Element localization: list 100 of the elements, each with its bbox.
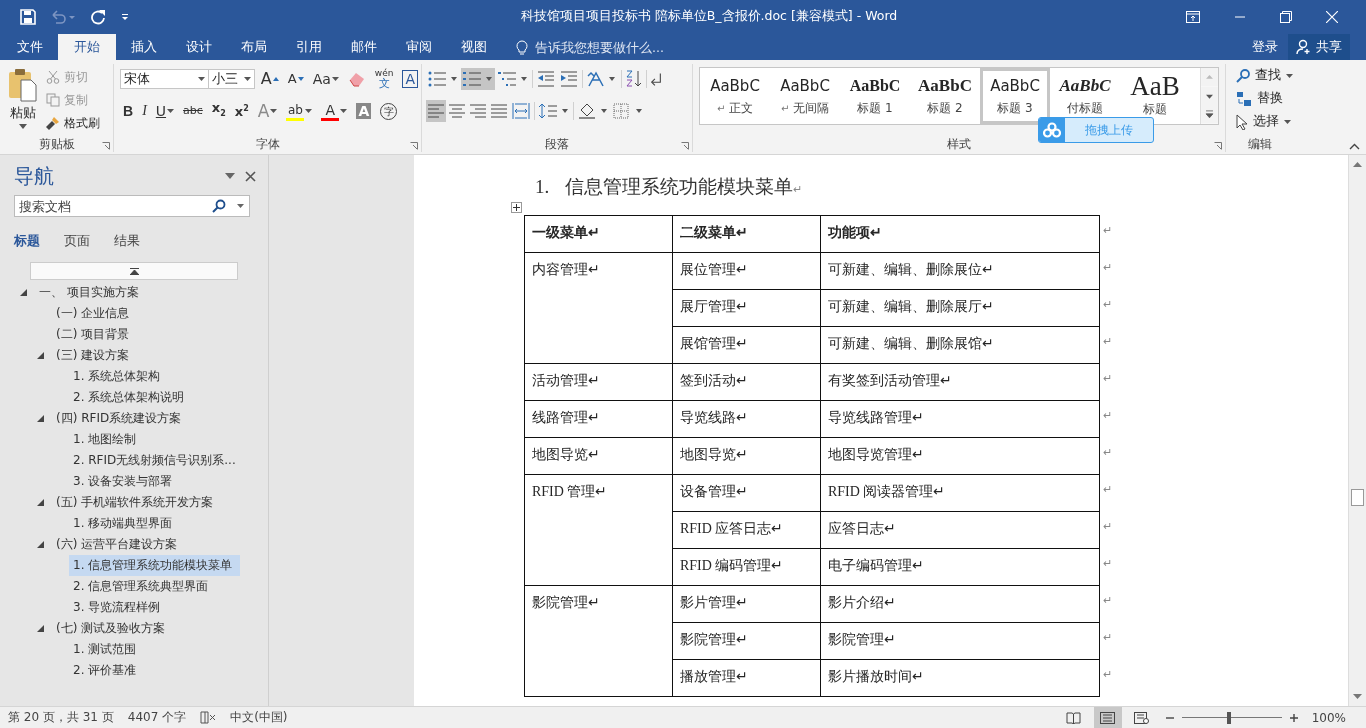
dialog-launcher-icon[interactable] [681,142,689,150]
restore-icon[interactable] [1280,10,1292,23]
caret-icon[interactable] [237,204,244,208]
select-button[interactable]: 选择 [1236,112,1294,131]
style-item[interactable]: AaBbC 标题 1 [840,68,910,124]
font-format-button[interactable]: B [120,100,137,122]
undo-icon[interactable] [50,8,76,25]
ribbon-tab[interactable]: 审阅 [392,34,446,60]
font-format-button[interactable]: abc [180,100,206,122]
pane-tab[interactable]: 标题 [14,233,64,250]
table-move-handle-icon[interactable] [511,202,522,213]
font-name-field[interactable]: 宋体 [120,69,209,89]
ribbon-tab[interactable]: 视图 [447,34,501,60]
ribbon-tab[interactable]: 设计 [172,34,226,60]
page-count[interactable]: 第 20 页，共 31 页 [8,709,114,726]
tell-me-field[interactable]: 告诉我您想要做什么... [533,38,697,56]
font-format-button[interactable]: Aa [309,68,342,90]
table-cell: 地图导览↵ [672,437,821,475]
pane-options-icon[interactable] [225,173,235,179]
heading-item[interactable]: 1. 测试范围 [69,639,141,660]
font-format-button[interactable]: A [257,68,282,90]
font-format-button[interactable]: x$_{2}$ [208,100,229,122]
style-item[interactable]: AaBbC 标题 2 [910,68,980,124]
ribbon-tab[interactable]: 布局 [227,34,281,60]
font-format-button[interactable]: x$^{2}$ [231,100,252,122]
pane-tab[interactable]: 结果 [114,233,164,250]
dialog-launcher-icon[interactable] [1214,142,1222,150]
expand-toggle-icon[interactable] [37,541,44,548]
heading-item[interactable]: 3. 设备安装与部署 [69,471,177,492]
search-icon[interactable] [212,199,226,213]
ribbon-tab[interactable]: 邮件 [337,34,391,60]
font-format-button[interactable]: ab [283,100,316,122]
save-icon[interactable] [20,8,36,25]
heading-item[interactable]: (六) 运营平台建设方案 [52,534,182,555]
distribute-icon [512,103,530,119]
font-format-button[interactable]: I [139,100,150,122]
heading-item[interactable]: 2. RFID无线射频信号识别系... [69,450,240,471]
gallery-more-icon[interactable] [1201,105,1218,124]
style-item[interactable]: AaBbC ↵ 正文 [700,68,770,124]
heading-item[interactable]: (五) 手机端软件系统开发方案 [52,492,218,513]
pane-tab[interactable]: 页面 [64,233,114,250]
scroll-down-icon[interactable] [1353,694,1362,700]
heading-item[interactable]: (四) RFID系统建设方案 [52,408,186,429]
heading-item[interactable]: 1. 地图绘制 [69,429,141,450]
scroll-thumb[interactable] [1351,489,1364,506]
font-format-button[interactable]: A [318,100,351,122]
heading-item[interactable]: 一、 项目实施方案 [35,282,143,303]
redo-icon[interactable] [90,8,106,25]
heading-item[interactable]: 1. 信息管理系统功能模块菜单 [69,555,240,576]
collapse-ribbon-icon[interactable] [1349,143,1360,150]
ribbon-tab[interactable]: 引用 [282,34,336,60]
zoom-in-icon[interactable] [1289,713,1298,722]
scroll-up-icon[interactable] [1353,161,1362,167]
heading-item[interactable]: 1. 移动端典型界面 [69,513,177,534]
heading-item[interactable]: 2. 信息管理系统典型界面 [69,576,213,597]
dialog-launcher-icon[interactable] [102,142,110,150]
heading-item[interactable]: (二) 项目背景 [52,324,134,345]
zoom-level[interactable]: 100% [1311,710,1346,725]
font-format-button[interactable]: wén 文 [371,68,397,90]
heading-item[interactable]: 2. 系统总体架构说明 [69,387,189,408]
font-format-button[interactable]: A [399,68,421,90]
word-count[interactable]: 4407 个字 [127,709,187,726]
search-field[interactable]: 搜索文档 [14,195,250,217]
heading-item[interactable]: (七) 测试及验收方案 [52,618,170,639]
expand-toggle-icon[interactable] [37,499,44,506]
find-button[interactable]: 查找 [1236,66,1294,85]
heading-item[interactable]: 1. 系统总体架构 [69,366,165,387]
customize-caret-icon[interactable] [120,11,130,22]
ribbon-tab[interactable]: 文件 [0,34,57,60]
font-format-button[interactable]: U [152,100,178,122]
ribbon-tab[interactable]: 插入 [117,34,171,60]
replace-button[interactable]: 替换 [1236,89,1294,108]
print-layout-button[interactable] [1093,706,1122,728]
ribbon-display-icon[interactable] [1186,10,1200,23]
decrease-indent-button[interactable] [535,68,557,90]
expand-toggle-icon[interactable] [37,625,44,632]
share-button[interactable]: 共享 [1288,34,1350,60]
dialog-launcher-icon[interactable] [410,142,418,150]
heading-item[interactable]: 2. 评价基准 [69,660,141,681]
heading-item[interactable]: (一) 企业信息 [52,303,134,324]
heading-item[interactable]: 3. 导览流程样例 [69,597,165,618]
close-icon[interactable] [245,170,256,182]
scroll-down-icon[interactable] [1201,86,1218,106]
sort-button[interactable] [624,68,644,90]
expand-toggle-icon[interactable] [37,415,44,422]
style-item[interactable]: AaBbC ↵ 无间隔 [770,68,840,124]
expand-toggle-icon[interactable] [37,352,44,359]
vertical-scrollbar[interactable] [1348,155,1366,706]
heading-item[interactable]: (三) 建设方案 [52,345,134,366]
expand-toggle-icon[interactable] [20,289,27,296]
format-painter-button[interactable]: 格式刷 [46,114,100,132]
language-indicator[interactable]: 中文(中国) [230,709,288,726]
font-format-button[interactable]: A [284,68,307,90]
paste-button[interactable]: 粘贴 [6,68,40,136]
numbering-button[interactable] [461,68,495,90]
ribbon-tab[interactable]: 开始 [58,34,116,60]
font-size-field[interactable]: 小三 [207,69,255,89]
sign-in-link[interactable]: 登录 [1252,34,1278,60]
proofing-icon[interactable] [200,711,217,724]
increase-indent-button[interactable] [558,68,580,90]
